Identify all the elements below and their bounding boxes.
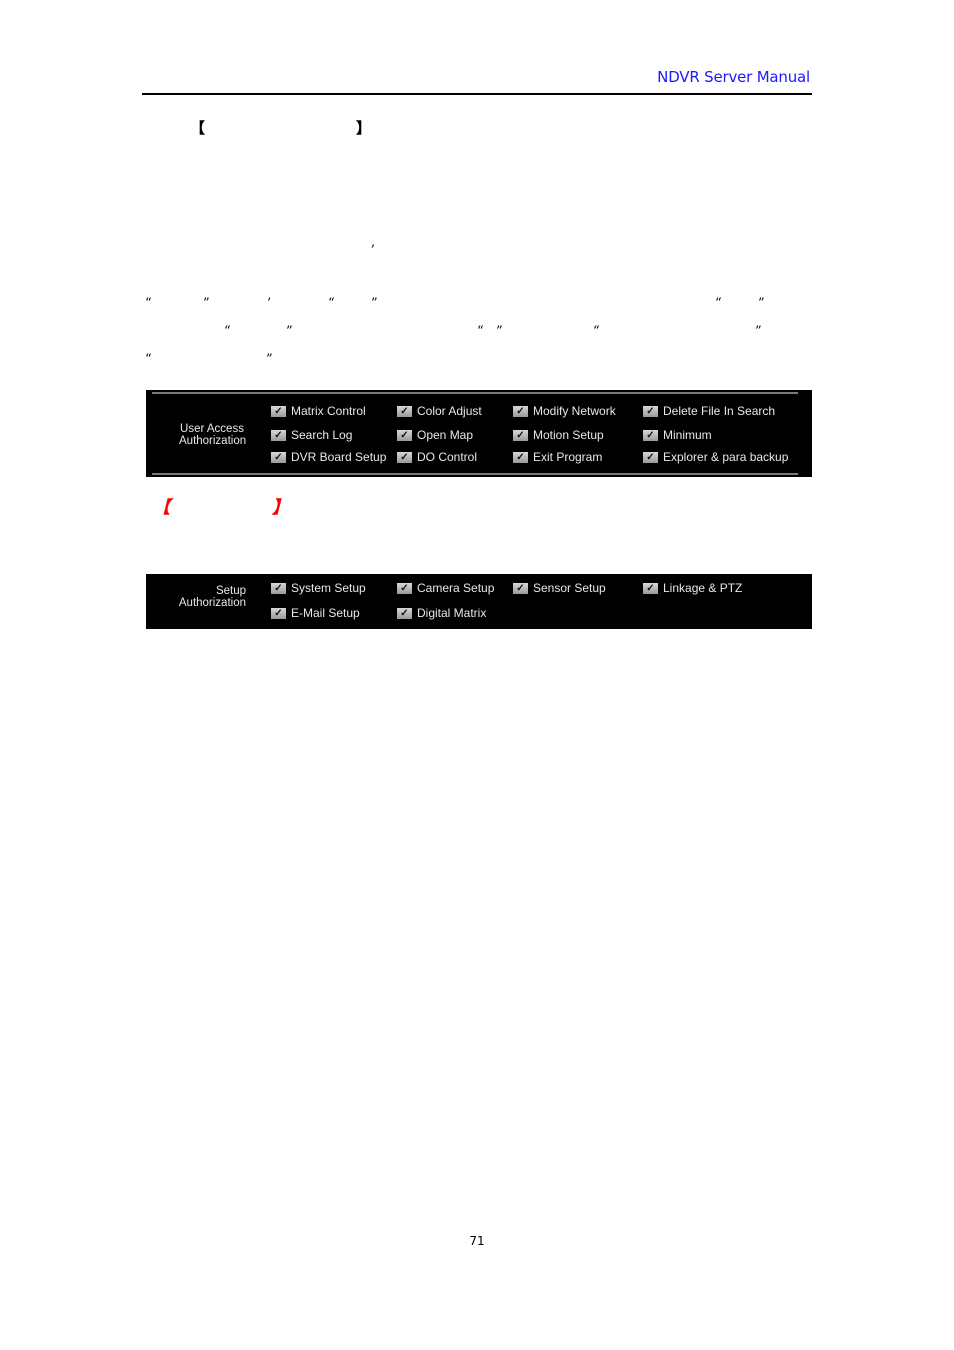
quote-open: “	[224, 324, 231, 339]
checkbox-checked-icon[interactable]: ✓	[643, 405, 658, 417]
panel-top-rule	[152, 392, 798, 394]
checkbox-checked-icon[interactable]: ✓	[397, 429, 412, 441]
option-label: Color Adjust	[417, 404, 482, 418]
quote-close: ”	[203, 296, 210, 311]
label-line: Setup	[215, 585, 246, 597]
checkbox-checked-icon[interactable]: ✓	[271, 405, 286, 417]
red-bracket-open: 【	[153, 498, 170, 518]
option-label: Modify Network	[533, 404, 616, 418]
checkbox-camera-setup[interactable]: ✓ Camera Setup	[397, 581, 494, 595]
checkbox-explorer-para-backup[interactable]: ✓ Explorer & para backup	[643, 450, 788, 464]
option-label: System Setup	[291, 581, 366, 595]
quote-close: ”	[371, 296, 378, 311]
option-label: Sensor Setup	[533, 581, 606, 595]
checkbox-exit-program[interactable]: ✓ Exit Program	[513, 450, 602, 464]
checkbox-dvr-board-setup[interactable]: ✓ DVR Board Setup	[271, 450, 386, 464]
user-access-label: User Access Authorization	[179, 423, 247, 447]
quote-open: “	[145, 352, 152, 367]
option-label: Motion Setup	[533, 428, 604, 442]
checkbox-checked-icon[interactable]: ✓	[397, 607, 412, 619]
quote-open: “	[715, 296, 722, 311]
label-line: User Access	[180, 423, 244, 435]
label-line: Authorization	[178, 597, 246, 609]
checkbox-checked-icon[interactable]: ✓	[397, 451, 412, 463]
checkbox-system-setup[interactable]: ✓ System Setup	[271, 581, 366, 595]
option-label: E-Mail Setup	[291, 606, 360, 620]
checkbox-checked-icon[interactable]: ✓	[271, 429, 286, 441]
checkbox-sensor-setup[interactable]: ✓ Sensor Setup	[513, 581, 606, 595]
quote-close: ”	[755, 324, 762, 339]
checkbox-digital-matrix[interactable]: ✓ Digital Matrix	[397, 606, 486, 620]
quote-open: “	[593, 324, 600, 339]
quote-open: “	[477, 324, 484, 339]
section-bracket-open: 【	[190, 119, 206, 137]
manual-title: NDVR Server Manual	[657, 68, 810, 86]
checkbox-motion-setup[interactable]: ✓ Motion Setup	[513, 428, 604, 442]
checkbox-checked-icon[interactable]: ✓	[513, 405, 528, 417]
checkbox-color-adjust[interactable]: ✓ Color Adjust	[397, 404, 482, 418]
checkbox-checked-icon[interactable]: ✓	[271, 607, 286, 619]
option-label: Delete File In Search	[663, 404, 776, 418]
checkbox-open-map[interactable]: ✓ Open Map	[397, 428, 473, 442]
checkbox-do-control[interactable]: ✓ DO Control	[397, 450, 477, 464]
checkbox-checked-icon[interactable]: ✓	[271, 451, 286, 463]
page-number: 71	[469, 1234, 485, 1248]
checkbox-checked-icon[interactable]: ✓	[397, 582, 412, 594]
section-bracket-close: 】	[356, 119, 372, 137]
apostrophe-mark: ’	[267, 296, 272, 311]
checkbox-checked-icon[interactable]: ✓	[643, 429, 658, 441]
quote-close: ”	[266, 352, 273, 367]
checkbox-matrix-control[interactable]: ✓ Matrix Control	[271, 404, 366, 418]
checkbox-delete-file-in-search[interactable]: ✓ Delete File In Search	[643, 404, 775, 418]
user-access-authorization-panel: User Access Authorization ✓ Matrix Contro…	[146, 390, 812, 477]
comma-mark: ,	[371, 235, 376, 250]
option-label: Matrix Control	[291, 404, 366, 418]
option-label: DO Control	[417, 450, 478, 464]
option-label: Digital Matrix	[417, 606, 487, 620]
setup-authorization-label: Setup Authorization	[176, 585, 246, 609]
quote-close: ”	[496, 324, 503, 339]
label-line: Authorization	[179, 435, 247, 447]
quote-open: “	[145, 296, 152, 311]
checkbox-checked-icon[interactable]: ✓	[397, 405, 412, 417]
checkbox-checked-icon[interactable]: ✓	[513, 429, 528, 441]
red-bracket-close: 】	[272, 498, 289, 518]
checkbox-checked-icon[interactable]: ✓	[271, 582, 286, 594]
quote-close: ”	[758, 296, 765, 311]
checkbox-checked-icon[interactable]: ✓	[513, 582, 528, 594]
checkbox-checked-icon[interactable]: ✓	[643, 451, 658, 463]
option-label: Camera Setup	[417, 581, 495, 595]
quote-open: “	[328, 296, 335, 311]
option-label: Minimum	[663, 428, 712, 442]
checkbox-email-setup[interactable]: ✓ E-Mail Setup	[271, 606, 360, 620]
panel-bottom-rule	[152, 473, 798, 475]
option-label: Linkage & PTZ	[663, 581, 743, 595]
checkbox-linkage-ptz[interactable]: ✓ Linkage & PTZ	[643, 581, 742, 595]
checkbox-checked-icon[interactable]: ✓	[643, 582, 658, 594]
quote-close: ”	[286, 324, 293, 339]
option-label: Exit Program	[533, 450, 603, 464]
checkbox-minimum[interactable]: ✓ Minimum	[643, 428, 712, 442]
checkbox-search-log[interactable]: ✓ Search Log	[271, 428, 352, 442]
checkbox-modify-network[interactable]: ✓ Modify Network	[513, 404, 616, 418]
option-label: Explorer & para backup	[663, 450, 789, 464]
setup-authorization-panel: Setup Authorization ✓ System Setup ✓ Camer…	[146, 574, 812, 629]
checkbox-checked-icon[interactable]: ✓	[513, 451, 528, 463]
header-divider	[142, 93, 812, 95]
option-label: Search Log	[291, 428, 353, 442]
option-label: Open Map	[417, 428, 474, 442]
option-label: DVR Board Setup	[291, 450, 387, 464]
